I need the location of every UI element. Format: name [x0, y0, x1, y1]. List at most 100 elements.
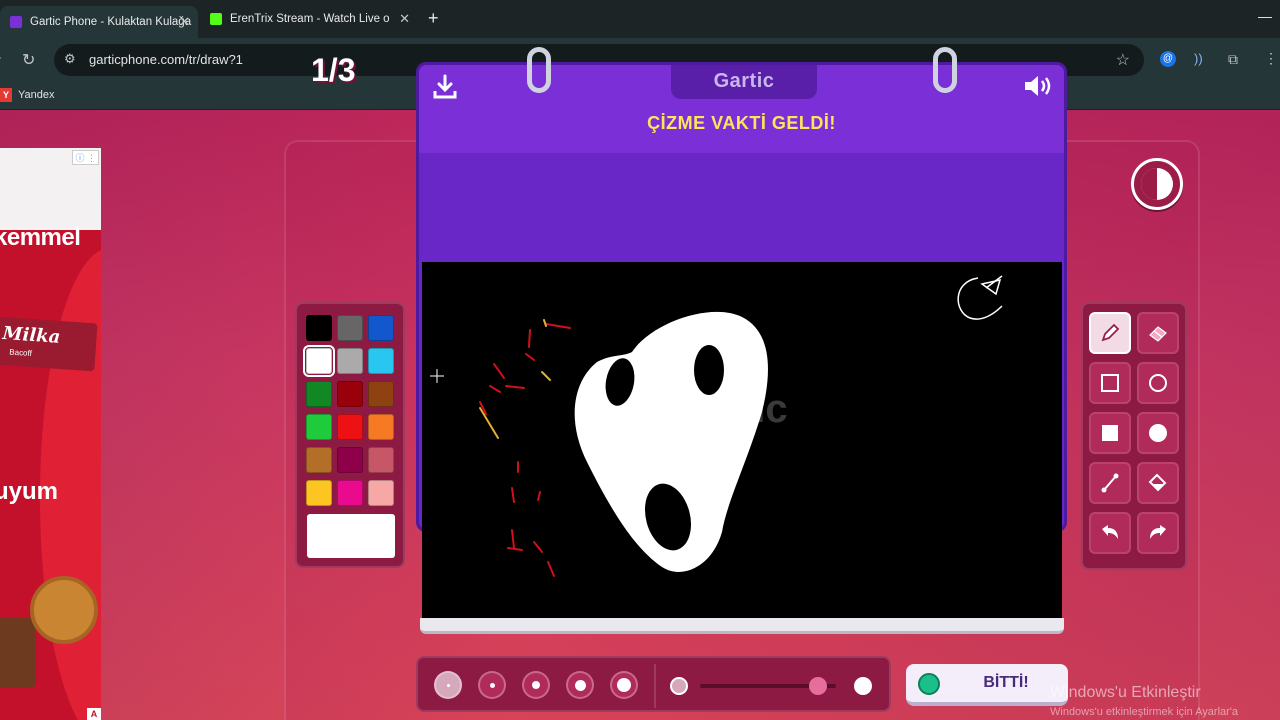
new-tab-button[interactable]: +: [428, 8, 439, 29]
color-swatch[interactable]: [368, 480, 394, 506]
rectangle-fill-icon: [1102, 425, 1118, 441]
ad-flavor: Bacoff: [9, 347, 33, 359]
color-swatch[interactable]: [337, 414, 363, 440]
brush-size-5-button[interactable]: [610, 671, 638, 699]
gartic-favicon-icon: [10, 16, 22, 28]
color-swatch[interactable]: [337, 315, 363, 341]
color-swatch[interactable]: [306, 447, 332, 473]
blood-marks: [479, 323, 571, 577]
color-swatch[interactable]: [368, 381, 394, 407]
color-swatch[interactable]: [368, 414, 394, 440]
dot-icon: [617, 678, 631, 692]
circle-fill-icon: [1149, 424, 1167, 442]
round-counter: 1/3: [311, 52, 356, 88]
dot-icon: [446, 683, 450, 687]
line-icon: [1101, 473, 1119, 493]
color-swatch[interactable]: [306, 480, 332, 506]
line-tool-button[interactable]: [1089, 462, 1131, 504]
color-swatch[interactable]: [368, 447, 394, 473]
extensions-puzzle-icon[interactable]: ⧉: [1228, 51, 1244, 67]
url-text: garticphone.com/tr/draw?1: [89, 52, 243, 67]
redo-icon: [1150, 525, 1166, 539]
contrast-icon: [1141, 168, 1173, 200]
windows-activation-subtitle: Windows'u etkinleştirmek için Ayarlar'a: [1050, 706, 1239, 718]
brush-size-2-button[interactable]: [478, 671, 506, 699]
milka-bar: Milka Bacoff: [0, 316, 98, 372]
circle-fill-tool-button[interactable]: [1137, 412, 1179, 454]
brush-size-4-button[interactable]: [566, 671, 594, 699]
brush-size-1-button[interactable]: [434, 671, 462, 699]
circle-outline-icon: [1149, 374, 1167, 392]
bucket-icon: [1148, 473, 1167, 492]
color-palette: [295, 302, 405, 568]
bookmark-label: Yandex: [18, 89, 55, 101]
dot-icon: [532, 681, 540, 689]
done-button[interactable]: BİTTİ!: [906, 664, 1068, 706]
close-icon[interactable]: ✕: [179, 14, 190, 30]
circle-outline-tool-button[interactable]: [1137, 362, 1179, 404]
binder-ring: [933, 47, 957, 93]
color-swatch[interactable]: [337, 480, 363, 506]
advertisement[interactable]: ⓘ ⋮ kemmel Milka Bacoff uyum A: [0, 148, 101, 720]
eraser-tool-button[interactable]: [1137, 312, 1179, 354]
kick-favicon-icon: [210, 13, 222, 25]
opacity-slider-handle[interactable]: [809, 677, 828, 695]
ad-headline: kemmel: [0, 224, 81, 251]
close-icon[interactable]: ✕: [399, 11, 410, 27]
pencil-tool-button[interactable]: [1089, 312, 1131, 354]
undo-tool-button[interactable]: [1089, 512, 1131, 554]
drawing-canvas[interactable]: Gartic: [422, 262, 1062, 620]
redo-tool-button[interactable]: [1137, 512, 1179, 554]
color-swatch[interactable]: [368, 348, 394, 374]
ad-info-icon[interactable]: ⓘ ⋮: [72, 150, 99, 165]
canvas-drawing: Gartic: [479, 275, 1003, 577]
notebook-pages: [420, 618, 1064, 634]
board-header: Gartic ÇİZME VAKTİ GELDİ!: [419, 65, 1064, 153]
tab-gartic[interactable]: Gartic Phone - Kulaktan Kulağa ✕: [0, 6, 198, 38]
binder-ring: [527, 47, 551, 93]
minimize-icon[interactable]: —: [1258, 8, 1272, 24]
undo-icon: [1102, 525, 1118, 539]
dot-icon: [489, 682, 495, 688]
back-icon[interactable]: ›: [0, 49, 1, 67]
tab-title: Gartic Phone - Kulaktan Kulağa: [30, 16, 192, 28]
yellow-marks: [479, 319, 551, 439]
color-swatch[interactable]: [303, 345, 335, 377]
site-settings-icon[interactable]: ⚙: [64, 51, 76, 67]
read-aloud-icon[interactable]: )): [1194, 51, 1210, 67]
color-swatch[interactable]: [368, 315, 394, 341]
color-swatch[interactable]: [337, 381, 363, 407]
bookmark-star-icon[interactable]: ☆: [1116, 50, 1130, 70]
divider: [654, 664, 656, 708]
pencil-icon: [1101, 323, 1120, 342]
bookmark-yandex[interactable]: Y Yandex: [0, 88, 55, 102]
bucket-tool-button[interactable]: [1137, 462, 1179, 504]
dot-icon: [574, 679, 586, 691]
color-swatch[interactable]: [337, 348, 363, 374]
rectangle-outline-icon: [1101, 374, 1119, 392]
download-icon[interactable]: [431, 73, 459, 101]
brush-settings-bar: [416, 656, 891, 712]
eraser-icon: [1149, 326, 1167, 342]
reload-icon[interactable]: ↻: [22, 50, 35, 70]
menu-icon[interactable]: ⋮: [1264, 50, 1278, 67]
gartic-logo: Gartic: [671, 65, 817, 99]
rectangle-fill-tool-button[interactable]: [1089, 412, 1131, 454]
brush-size-3-button[interactable]: [522, 671, 550, 699]
contrast-toggle-button[interactable]: [1131, 158, 1183, 210]
tab-erentrix[interactable]: ErenTrix Stream - Watch Live on ✕: [200, 4, 418, 34]
ad-corner-badge: A: [87, 708, 101, 720]
rectangle-outline-tool-button[interactable]: [1089, 362, 1131, 404]
windows-activation-title: Windows'u Etkinleştir: [1050, 684, 1201, 701]
opacity-max-icon: [854, 677, 872, 695]
color-swatch[interactable]: [306, 315, 332, 341]
ad-subheadline: uyum: [0, 478, 59, 505]
sound-icon[interactable]: [1022, 71, 1054, 101]
color-swatch[interactable]: [306, 381, 332, 407]
extension-icon[interactable]: @: [1160, 51, 1176, 67]
mask-right-eye: [694, 345, 724, 395]
opacity-min-icon: [670, 677, 688, 695]
corner-doodle: [957, 275, 1003, 320]
color-swatch[interactable]: [306, 414, 332, 440]
color-swatch[interactable]: [337, 447, 363, 473]
